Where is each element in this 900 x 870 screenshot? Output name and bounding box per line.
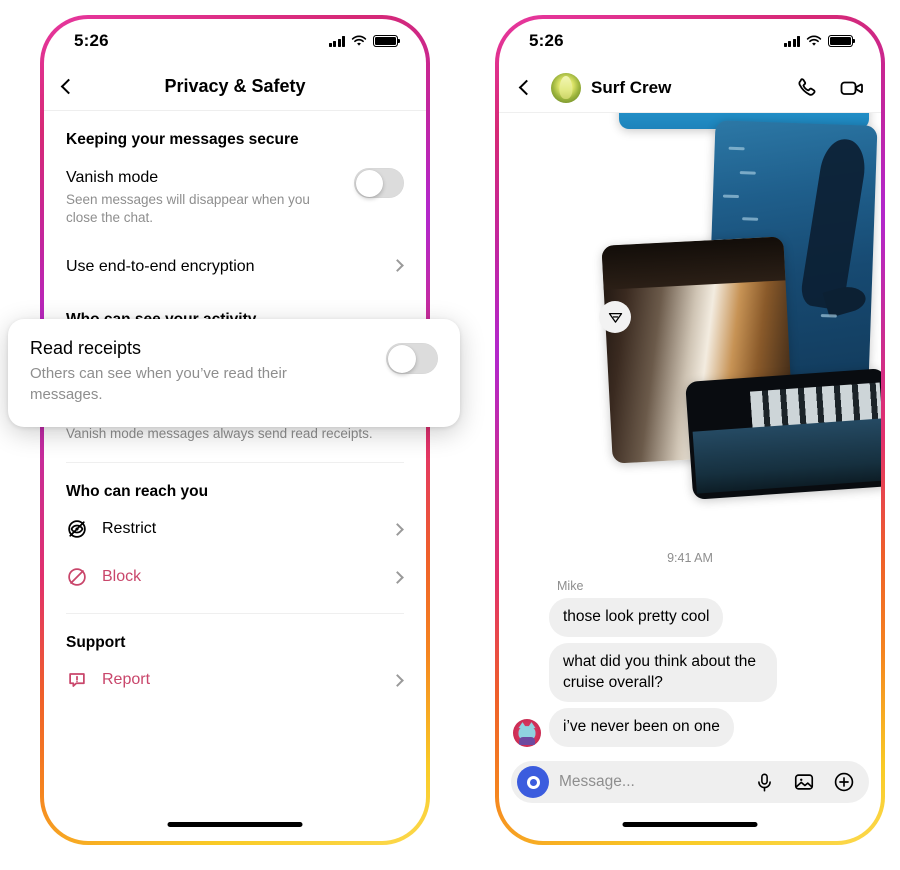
phone-call-icon[interactable] xyxy=(795,76,819,100)
wifi-icon xyxy=(351,35,367,47)
setting-row-vanish-mode[interactable]: Vanish mode Seen messages will disappear… xyxy=(66,153,404,242)
encryption-label: Use end-to-end encryption xyxy=(66,257,255,275)
chevron-left-icon xyxy=(60,78,76,95)
chat-header: Surf Crew xyxy=(499,63,881,113)
encryption-text: Use end-to-end encryption xyxy=(66,256,381,278)
share-paper-plane-icon[interactable] xyxy=(599,301,631,333)
photo-collage[interactable] xyxy=(499,113,881,543)
message-bubble[interactable]: those look pretty cool xyxy=(549,598,724,637)
report-icon xyxy=(66,669,88,691)
cat-body xyxy=(519,737,535,746)
list-item-label: Report xyxy=(102,671,151,689)
vanish-mode-toggle[interactable] xyxy=(354,168,404,198)
avatar-spacer xyxy=(513,674,541,702)
camera-lens xyxy=(526,775,540,789)
setting-row-encryption[interactable]: Use end-to-end encryption xyxy=(66,242,404,292)
toggle-knob xyxy=(355,169,383,197)
vanish-mode-text: Vanish mode Seen messages will disappear… xyxy=(66,167,342,228)
fish xyxy=(742,217,759,221)
message-input[interactable]: Message... xyxy=(559,773,744,791)
video-camera-icon[interactable] xyxy=(839,76,865,100)
block-icon xyxy=(66,566,88,588)
battery-icon xyxy=(828,35,856,47)
list-item-label: Restrict xyxy=(102,520,157,538)
toggle-knob xyxy=(387,344,416,373)
cellular-signal-icon xyxy=(328,35,345,47)
chat-body: 9:41 AM Mike those look pretty cool what… xyxy=(499,113,881,841)
pool-water xyxy=(692,418,881,494)
message-composer[interactable]: Message... xyxy=(511,761,869,803)
chevron-right-icon xyxy=(391,258,404,272)
home-indicator xyxy=(167,822,303,827)
chat-actions xyxy=(795,76,865,100)
group-avatar[interactable] xyxy=(551,72,581,103)
list-item-label: Block xyxy=(102,568,142,586)
screenshot-stage: 5:26 Privacy & Safety Keeping your messa… xyxy=(0,0,900,870)
read-receipts-description: Others can see when you’ve read their me… xyxy=(30,365,287,404)
cellular-signal-icon xyxy=(783,35,800,47)
status-time: 5:26 xyxy=(529,31,564,50)
room-ceiling xyxy=(601,236,786,290)
battery-icon xyxy=(373,35,401,47)
left-status-bar: 5:26 xyxy=(44,19,426,63)
vanish-mode-description: Seen messages will disappear when you cl… xyxy=(66,191,310,226)
microphone-icon[interactable] xyxy=(754,772,775,793)
read-receipts-label: Read receipts xyxy=(30,338,142,358)
section-heading-reach: Who can reach you xyxy=(66,483,209,501)
chevron-right-icon xyxy=(391,522,404,536)
right-status-bar: 5:26 xyxy=(499,19,881,63)
avatar-spacer xyxy=(513,609,541,637)
wifi-icon xyxy=(806,35,822,47)
fish xyxy=(820,314,837,318)
photo-indoor-pool[interactable] xyxy=(685,368,881,500)
chevron-left-icon xyxy=(518,79,534,96)
cat-avatar[interactable] xyxy=(513,719,541,748)
left-nav-header: Privacy & Safety xyxy=(44,63,426,111)
message-row: those look pretty cool xyxy=(499,598,881,637)
photo-gallery-icon[interactable] xyxy=(793,771,815,793)
status-icons xyxy=(328,35,401,47)
list-item-restrict[interactable]: Restrict xyxy=(66,505,404,553)
read-receipts-text: Read receipts Others can see when you’ve… xyxy=(30,337,350,405)
composer-icons xyxy=(754,771,855,793)
back-button[interactable] xyxy=(511,79,541,96)
phone-right-chat: 5:26 Surf Crew 9:41 AM Mike those look p… xyxy=(495,15,885,845)
section-heading-secure: Keeping your messages secure xyxy=(66,131,299,148)
message-bubble[interactable]: i’ve never been on one xyxy=(549,708,734,748)
status-time: 5:26 xyxy=(74,31,109,50)
plus-circle-icon[interactable] xyxy=(833,771,855,793)
list-item-report[interactable]: Report xyxy=(66,656,404,704)
status-icons xyxy=(783,35,856,47)
page-title: Privacy & Safety xyxy=(164,76,306,96)
home-indicator xyxy=(622,822,758,827)
fish xyxy=(728,146,745,151)
message-row: i’ve never been on one xyxy=(499,708,881,748)
vanish-mode-label: Vanish mode xyxy=(66,169,159,186)
chevron-right-icon xyxy=(391,570,404,584)
read-receipts-toggle[interactable] xyxy=(386,343,438,374)
read-receipts-overlay-card[interactable]: Read receipts Others can see when you’ve… xyxy=(8,319,460,428)
message-sender-name: Mike xyxy=(557,579,584,593)
left-screen: 5:26 Privacy & Safety Keeping your messa… xyxy=(44,19,426,841)
back-button[interactable] xyxy=(44,78,92,95)
right-screen: 5:26 Surf Crew 9:41 AM Mike those look p… xyxy=(499,19,881,841)
restrict-icon xyxy=(66,518,88,540)
camera-icon[interactable] xyxy=(517,766,549,798)
diver-silhouette xyxy=(799,136,870,311)
fish xyxy=(739,171,756,175)
section-heading-support: Support xyxy=(66,634,126,652)
chevron-right-icon xyxy=(391,673,404,687)
message-bubble[interactable]: what did you think about the cruise over… xyxy=(549,642,777,703)
message-row: what did you think about the cruise over… xyxy=(499,642,881,703)
chat-title: Surf Crew xyxy=(591,77,672,97)
list-item-block[interactable]: Block xyxy=(66,553,404,601)
fish xyxy=(722,194,739,199)
message-timestamp: 9:41 AM xyxy=(667,551,713,565)
phone-left-privacy-settings: 5:26 Privacy & Safety Keeping your messa… xyxy=(40,15,430,845)
